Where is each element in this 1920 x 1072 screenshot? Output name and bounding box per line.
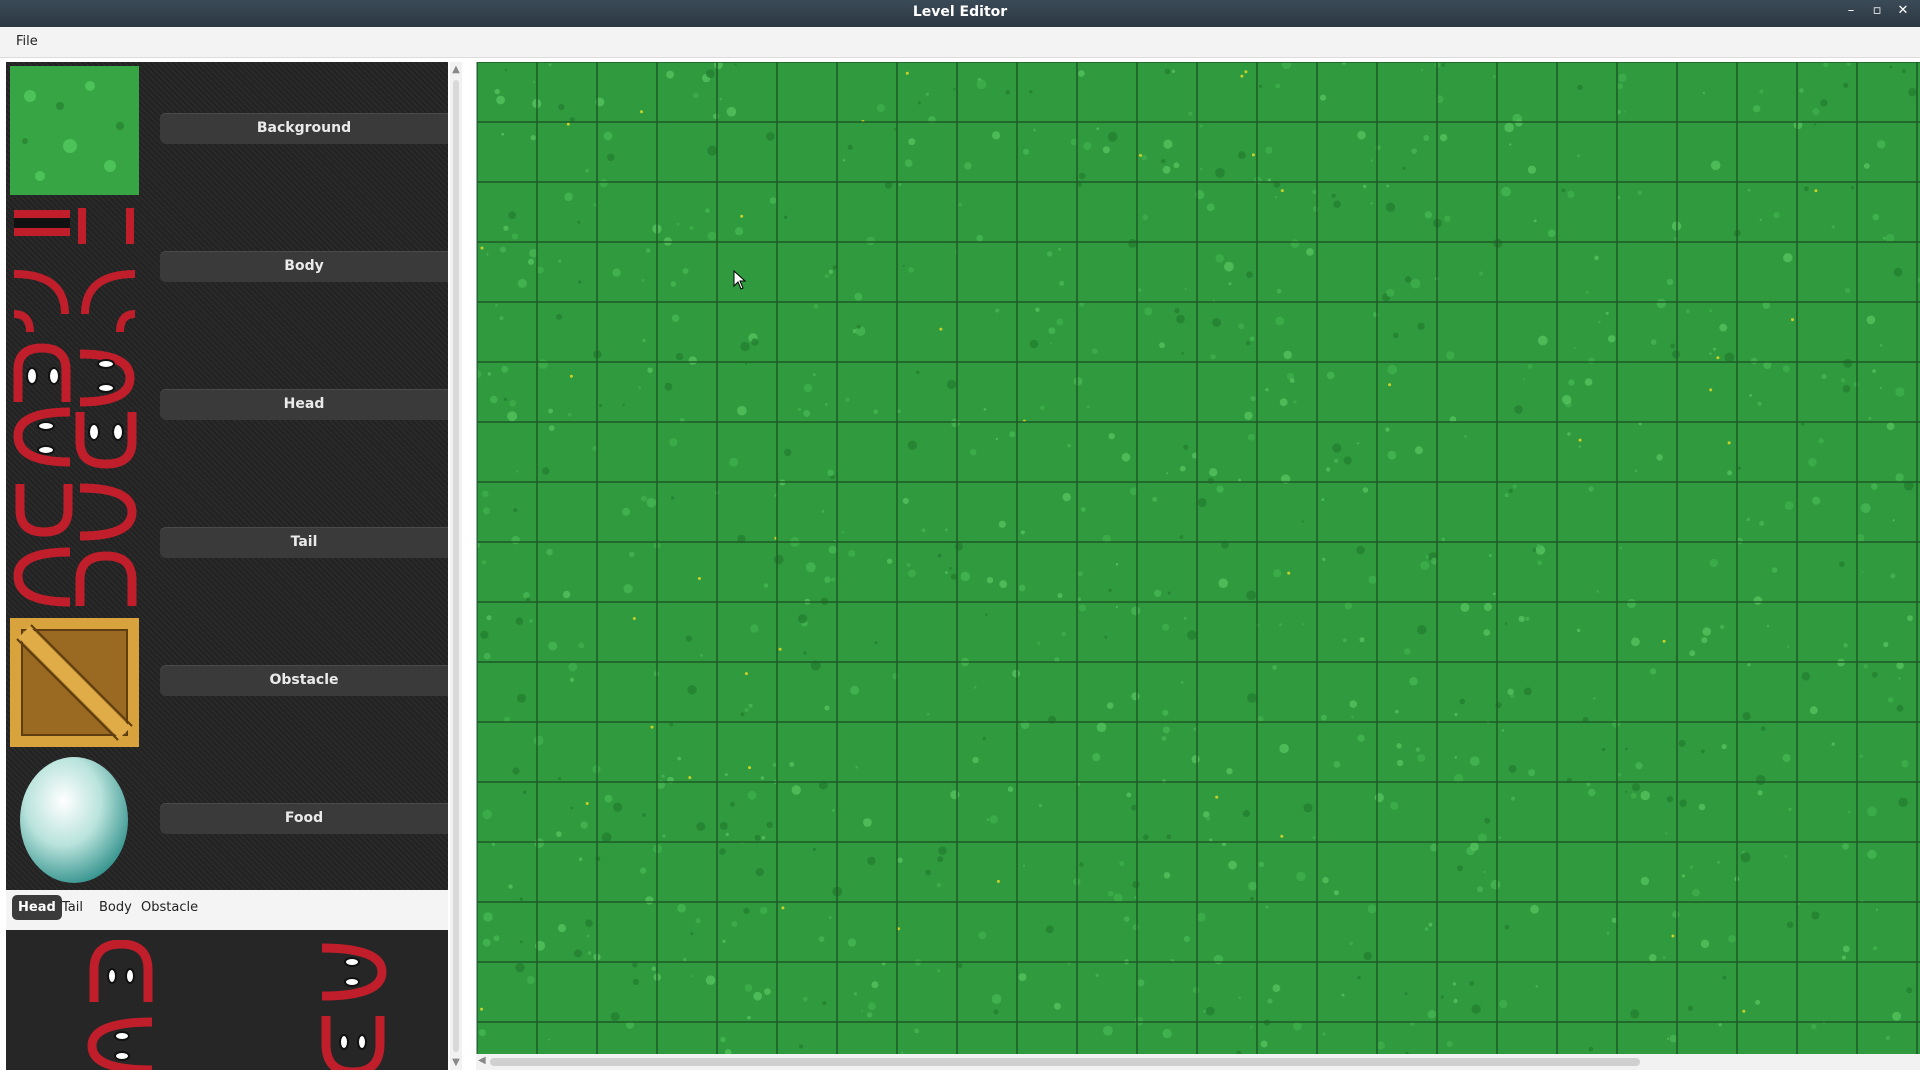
tile-palette: Background Body Head Tail Obstacle Food	[6, 62, 448, 890]
wooden-crate-icon[interactable]	[10, 618, 139, 747]
palette-row-background: Background	[6, 62, 448, 200]
palette-obstacle-button[interactable]: Obstacle	[160, 665, 448, 696]
head-up-tile[interactable]	[86, 940, 156, 1004]
menu-file[interactable]: File	[16, 34, 38, 49]
palette-row-food: Food	[6, 752, 448, 890]
tab-panel-head	[6, 930, 448, 1070]
maximize-button[interactable]: ▫	[1868, 2, 1886, 20]
palette-row-head: Head	[6, 338, 448, 476]
minimize-button[interactable]: –	[1842, 2, 1860, 20]
canvas-horizontal-scrollbar[interactable]: ◀	[476, 1054, 1920, 1070]
head-right-tile[interactable]	[318, 940, 388, 1004]
palette-tail-button[interactable]: Tail	[160, 527, 448, 558]
scrollbar-thumb[interactable]	[453, 80, 459, 1052]
tile-tabs: Head Tail Body Obstacle	[6, 890, 448, 930]
palette-head-button[interactable]: Head	[160, 389, 448, 420]
scroll-up-icon[interactable]: ▲	[450, 64, 462, 75]
window-titlebar: Level Editor – ▫ ✕	[0, 0, 1920, 27]
snake-head-tiles-icon[interactable]	[10, 342, 139, 471]
close-button[interactable]: ✕	[1894, 2, 1912, 20]
sidebar-scrollbar[interactable]: ▲ ▼	[450, 62, 462, 1070]
scroll-down-icon[interactable]: ▼	[450, 1057, 462, 1068]
tab-obstacle[interactable]: Obstacle	[141, 900, 198, 915]
tab-tail[interactable]: Tail	[62, 900, 83, 915]
snake-tail-tiles-icon[interactable]	[10, 480, 139, 609]
level-canvas[interactable]	[476, 62, 1920, 1054]
palette-background-button[interactable]: Background	[160, 113, 448, 144]
head-left-tile[interactable]	[86, 1014, 156, 1070]
mouse-cursor-icon	[733, 270, 747, 290]
egg-icon[interactable]	[10, 756, 139, 885]
palette-food-button[interactable]: Food	[160, 803, 448, 834]
head-down-tile[interactable]	[318, 1014, 388, 1070]
horizontal-scrollbar-thumb[interactable]	[490, 1058, 1640, 1066]
scroll-left-icon[interactable]: ◀	[478, 1055, 486, 1066]
level-grid[interactable]	[477, 62, 1920, 1054]
palette-row-obstacle: Obstacle	[6, 614, 448, 752]
grass-tile-icon[interactable]	[10, 66, 139, 195]
snake-body-tiles-icon[interactable]	[10, 204, 139, 333]
menu-bar: File	[0, 27, 1920, 58]
window-title: Level Editor	[912, 4, 1008, 20]
palette-body-button[interactable]: Body	[160, 251, 448, 282]
palette-row-body: Body	[6, 200, 448, 338]
tab-body[interactable]: Body	[99, 900, 132, 915]
palette-row-tail: Tail	[6, 476, 448, 614]
tab-head[interactable]: Head	[12, 895, 62, 920]
